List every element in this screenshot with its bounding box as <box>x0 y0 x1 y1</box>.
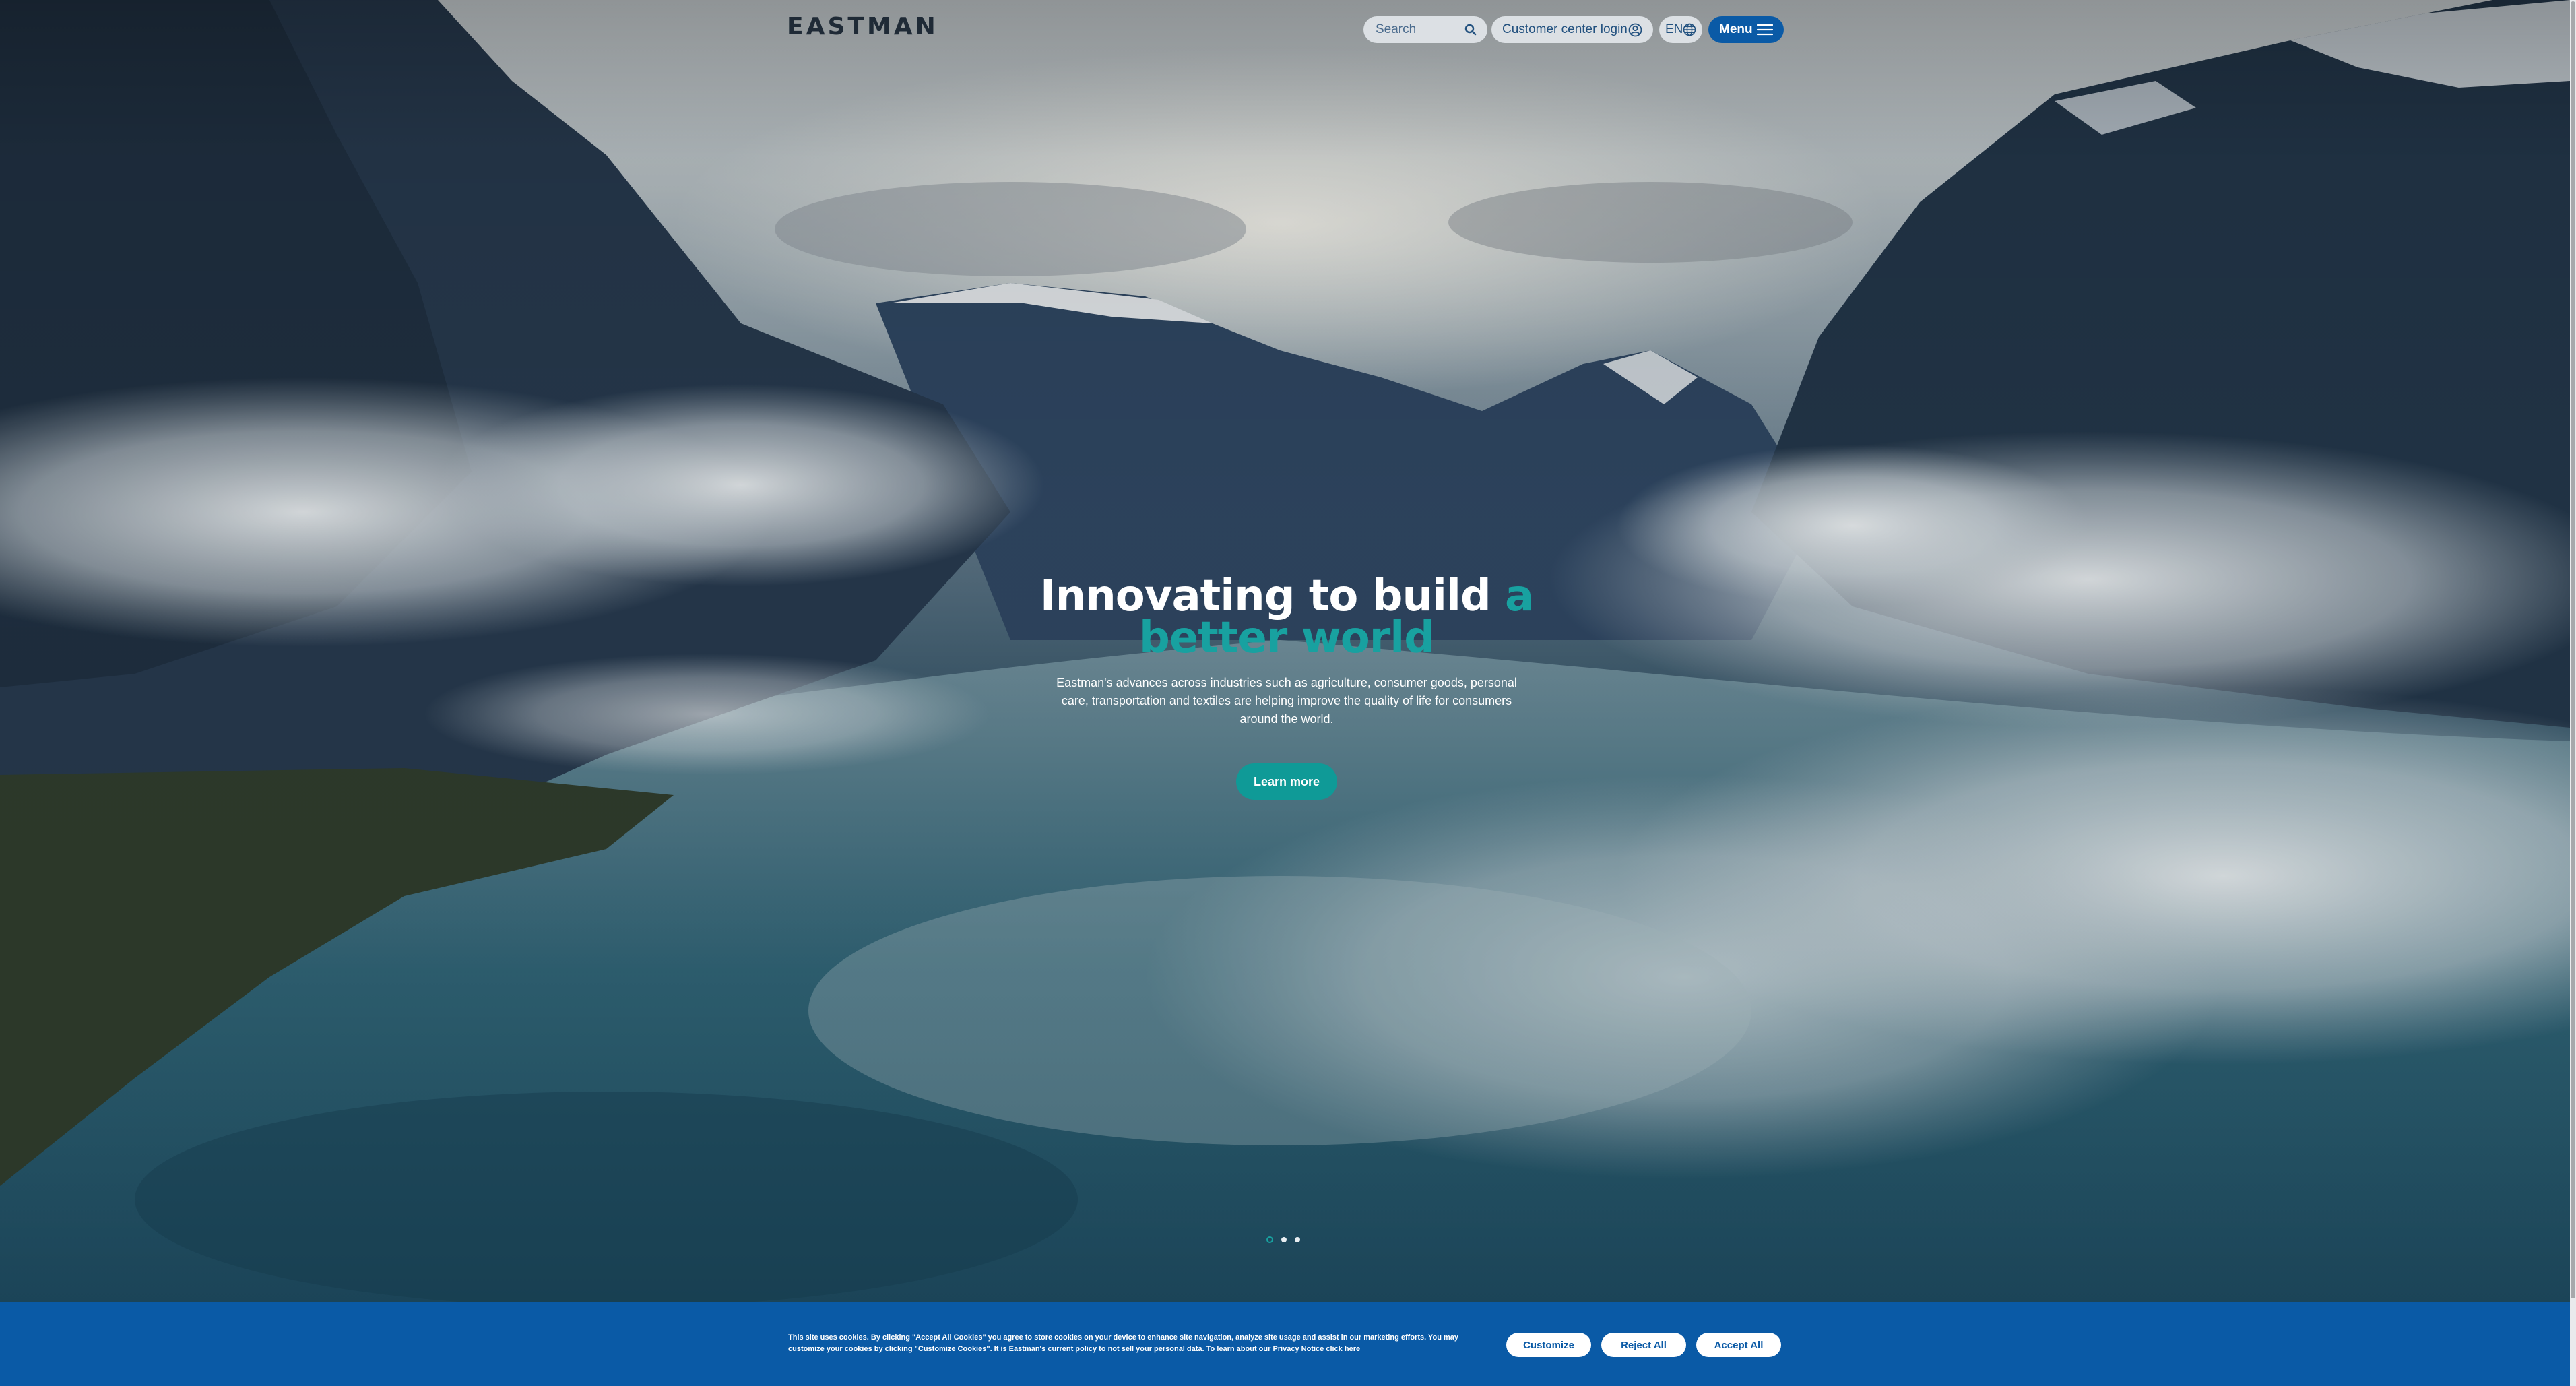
accept-all-cookies-button[interactable]: Accept All <box>1696 1333 1781 1357</box>
menu-label: Menu <box>1719 22 1753 36</box>
reject-all-cookies-button[interactable]: Reject All <box>1601 1333 1686 1357</box>
scrollbar-thumb[interactable] <box>2571 1 2575 1298</box>
privacy-notice-link[interactable]: here <box>1345 1345 1360 1353</box>
globe-icon <box>1683 23 1696 36</box>
hamburger-icon <box>1757 24 1773 36</box>
eastman-logo[interactable]: EASTMAN <box>787 15 938 39</box>
search-input[interactable] <box>1374 22 1458 38</box>
carousel-dot[interactable] <box>1295 1237 1300 1242</box>
language-label: EN <box>1665 22 1683 36</box>
hero-description: Eastman's advances across industries suc… <box>1056 676 1517 726</box>
site-header: EASTMAN Customer center login EN Menu <box>0 0 2570 61</box>
cookie-notice-text: This site uses cookies. By clicking "Acc… <box>788 1332 1482 1355</box>
language-selector[interactable]: EN <box>1659 16 1702 43</box>
scrollbar-track[interactable] <box>2570 0 2576 1386</box>
learn-more-button[interactable]: Learn more <box>1235 763 1338 800</box>
menu-button[interactable]: Menu <box>1708 16 1784 43</box>
login-label: Customer center login <box>1502 22 1628 36</box>
user-circle-icon <box>1628 23 1642 37</box>
carousel-dot[interactable] <box>1281 1237 1287 1242</box>
customer-center-login-button[interactable]: Customer center login <box>1491 16 1653 43</box>
hero-content: Innovating to build a better world Eastm… <box>1037 575 1536 800</box>
search-icon[interactable] <box>1464 24 1477 36</box>
hero-title: Innovating to build a better world <box>1037 575 1536 660</box>
cookie-banner: This site uses cookies. By clicking "Acc… <box>0 1302 2570 1386</box>
carousel-pagination <box>1266 1236 1300 1243</box>
search-box[interactable] <box>1363 16 1487 43</box>
customize-cookies-button[interactable]: Customize <box>1506 1333 1591 1357</box>
carousel-dot[interactable] <box>1266 1236 1273 1243</box>
